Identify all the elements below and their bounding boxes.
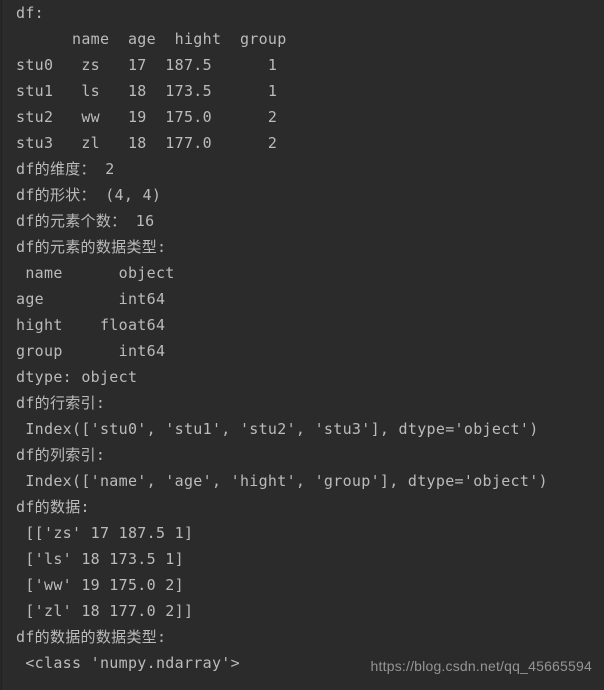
- console-line-size: df的元素个数： 16: [16, 212, 155, 230]
- watermark-url: https://blog.csdn.net/qq_45665594: [370, 658, 592, 674]
- python-console-output[interactable]: df: name age hight group stu0 zs 17 187.…: [0, 0, 604, 690]
- console-line-table-row-stu0: stu0 zs 17 187.5 1: [16, 56, 278, 74]
- console-line-dtype-name: name object: [16, 264, 175, 282]
- console-line-table-row-stu3: stu3 zl 18 177.0 2: [16, 134, 278, 152]
- console-line-col-index-value: Index(['name', 'age', 'hight', 'group'],…: [16, 472, 548, 490]
- console-line-values-row-0: [['zs' 17 187.5 1]: [16, 524, 194, 542]
- console-line-dtype-hight: hight float64: [16, 316, 166, 334]
- console-line-table-header: name age hight group: [16, 30, 287, 48]
- console-line-ndim: df的维度： 2: [16, 160, 115, 178]
- console-line-values-row-2: ['ww' 19 175.0 2]: [16, 576, 184, 594]
- console-line-df-label: df:: [16, 4, 44, 22]
- console-line-values-type-label: df的数据的数据类型:: [16, 628, 167, 646]
- console-line-dtypes-label: df的元素的数据类型:: [16, 238, 167, 256]
- console-line-shape: df的形状： (4, 4): [16, 186, 162, 204]
- console-line-col-index-label: df的列索引:: [16, 446, 106, 464]
- console-line-row-index-value: Index(['stu0', 'stu1', 'stu2', 'stu3'], …: [16, 420, 539, 438]
- console-line-dtype-age: age int64: [16, 290, 166, 308]
- console-line-table-row-stu1: stu1 ls 18 173.5 1: [16, 82, 278, 100]
- console-line-row-index-label: df的行索引:: [16, 394, 106, 412]
- console-line-values-row-1: ['ls' 18 173.5 1]: [16, 550, 184, 568]
- console-line-values-label: df的数据:: [16, 498, 90, 516]
- console-line-table-row-stu2: stu2 ww 19 175.0 2: [16, 108, 278, 126]
- console-line-dtype-group: group int64: [16, 342, 166, 360]
- console-line-dtype-series-dtype: dtype: object: [16, 368, 138, 386]
- console-line-values-row-3: ['zl' 18 177.0 2]]: [16, 602, 194, 620]
